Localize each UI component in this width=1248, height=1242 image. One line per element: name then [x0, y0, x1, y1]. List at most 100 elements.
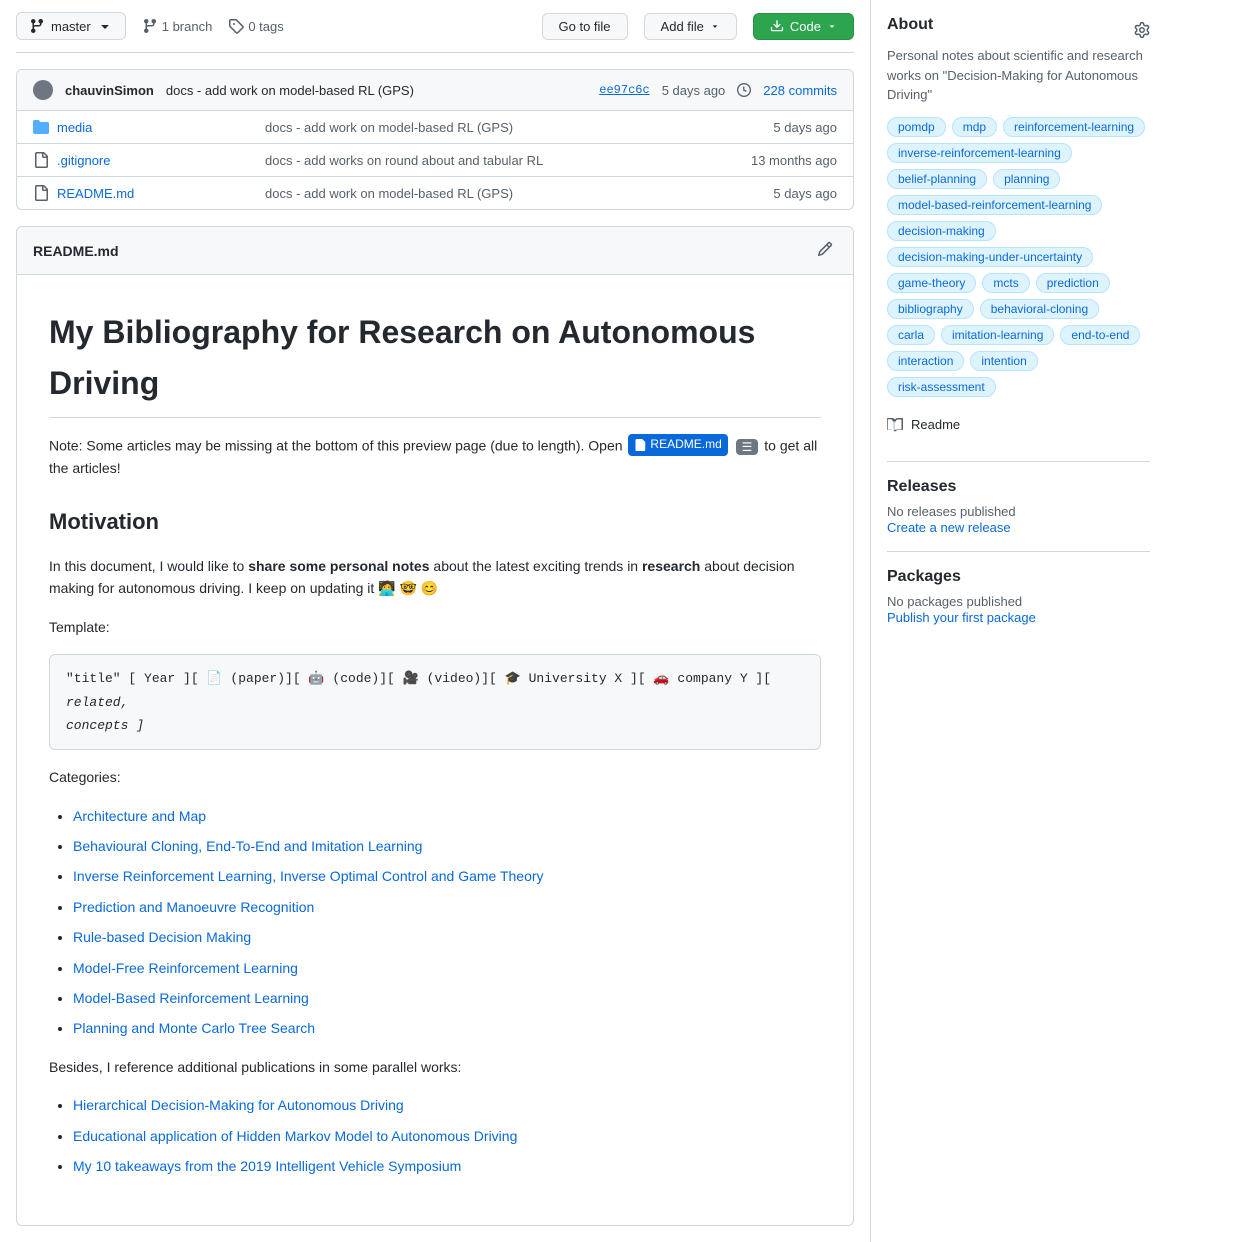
tag-decision-making-uncertainty[interactable]: decision-making-under-uncertainty	[887, 247, 1093, 267]
table-row: media docs - add work on model-based RL …	[17, 111, 853, 144]
branch-icon	[29, 18, 45, 34]
tag-inverse-reinforcement-learning[interactable]: inverse-reinforcement-learning	[887, 143, 1072, 163]
settings-icon[interactable]	[1134, 22, 1150, 41]
releases-title: Releases	[887, 478, 1150, 496]
create-release-link[interactable]: Create a new release	[887, 520, 1011, 535]
commit-meta: ee97c6c 5 days ago 228 commits	[599, 83, 837, 98]
list-item: My 10 takeaways from the 2019 Intelligen…	[73, 1155, 821, 1177]
tag-imitation-learning[interactable]: imitation-learning	[941, 325, 1054, 345]
readme-box: README.md My Bibliography for Research o…	[16, 226, 854, 1226]
readme-link-box[interactable]: README.md	[628, 434, 727, 455]
packages-title: Packages	[887, 568, 1150, 586]
branch-count-link[interactable]: 1 branch	[142, 18, 213, 34]
tag-intention[interactable]: intention	[970, 351, 1037, 371]
repo-bar: master 1 branch 0 tags Go to file	[16, 0, 854, 53]
add-file-button[interactable]: Add file	[644, 13, 737, 40]
commit-hash[interactable]: ee97c6c	[599, 83, 649, 97]
tag-reinforcement-learning[interactable]: reinforcement-learning	[1003, 117, 1145, 137]
publish-package-link[interactable]: Publish your first package	[887, 610, 1036, 625]
list-item: Architecture and Map	[73, 805, 821, 827]
clock-icon	[737, 83, 751, 97]
category-link[interactable]: Architecture and Map	[73, 808, 206, 824]
divider-1	[887, 461, 1150, 462]
tag-mcts[interactable]: mcts	[982, 273, 1029, 293]
file-table: chauvinSimon docs - add work on model-ba…	[16, 69, 854, 210]
readme-label: Readme	[911, 417, 960, 432]
tag-behavioral-cloning[interactable]: behavioral-cloning	[980, 299, 1099, 319]
table-row: .gitignore docs - add works on round abo…	[17, 144, 853, 177]
file-name-readme[interactable]: README.md	[57, 186, 257, 201]
category-link[interactable]: Model-Based Reinforcement Learning	[73, 990, 309, 1006]
category-link[interactable]: Behavioural Cloning, End-To-End and Imit…	[73, 838, 422, 854]
tag-count: 0 tags	[248, 19, 283, 34]
file-name-media[interactable]: media	[57, 120, 257, 135]
list-item: Model-Free Reinforcement Learning	[73, 957, 821, 979]
list-item: Model-Based Reinforcement Learning	[73, 987, 821, 1009]
readme-title: My Bibliography for Research on Autonomo…	[49, 307, 821, 418]
file-commit-gitignore: docs - add works on round about and tabu…	[265, 153, 743, 168]
commit-time: 5 days ago	[662, 83, 726, 98]
about-description: Personal notes about scientific and rese…	[887, 46, 1150, 105]
branch-selector[interactable]: master	[16, 12, 126, 40]
tag-decision-making[interactable]: decision-making	[887, 221, 996, 241]
edit-readme-button[interactable]	[813, 237, 837, 264]
parallel-work-link[interactable]: Hierarchical Decision-Making for Autonom…	[73, 1097, 404, 1113]
readme-content: My Bibliography for Research on Autonomo…	[17, 275, 853, 1225]
readme-filename: README.md	[33, 243, 119, 259]
list-item: Rule-based Decision Making	[73, 926, 821, 948]
file-commit-media: docs - add work on model-based RL (GPS)	[265, 120, 765, 135]
commits-count-link[interactable]: 228 commits	[763, 83, 837, 98]
book-icon	[887, 417, 903, 433]
commit-message: docs - add work on model-based RL (GPS)	[166, 83, 414, 98]
tag-pomdp[interactable]: pomdp	[887, 117, 946, 137]
file-commit-readme: docs - add work on model-based RL (GPS)	[265, 186, 765, 201]
template-code-block: "title" [ Year ][ 📄 (paper)][ 🤖 (code)][…	[49, 654, 821, 750]
parallel-work-link[interactable]: My 10 takeaways from the 2019 Intelligen…	[73, 1158, 461, 1174]
tag-interaction[interactable]: interaction	[887, 351, 964, 371]
tag-count-link[interactable]: 0 tags	[228, 18, 283, 34]
download-icon	[770, 19, 784, 33]
category-link[interactable]: Prediction and Manoeuvre Recognition	[73, 899, 314, 915]
template-label: Template:	[49, 616, 821, 638]
no-releases-text: No releases published	[887, 504, 1150, 519]
list-item: Behavioural Cloning, End-To-End and Imit…	[73, 835, 821, 857]
list-item: Hierarchical Decision-Making for Autonom…	[73, 1094, 821, 1116]
file-time-media: 5 days ago	[773, 120, 837, 135]
git-branch-icon	[142, 18, 158, 34]
category-link[interactable]: Inverse Reinforcement Learning, Inverse …	[73, 868, 544, 884]
tag-model-based-rl[interactable]: model-based-reinforcement-learning	[887, 195, 1102, 215]
readme-sidebar-link[interactable]: Readme	[887, 413, 1150, 437]
tag-bibliography[interactable]: bibliography	[887, 299, 974, 319]
about-title: About	[887, 16, 933, 34]
code-button[interactable]: Code	[753, 13, 854, 40]
category-link[interactable]: Rule-based Decision Making	[73, 929, 251, 945]
table-row: README.md docs - add work on model-based…	[17, 177, 853, 209]
tag-risk-assessment[interactable]: risk-assessment	[887, 377, 996, 397]
tag-carla[interactable]: carla	[887, 325, 935, 345]
tag-mdp[interactable]: mdp	[952, 117, 997, 137]
category-link[interactable]: Model-Free Reinforcement Learning	[73, 960, 298, 976]
tag-game-theory[interactable]: game-theory	[887, 273, 976, 293]
category-link[interactable]: Planning and Monte Carlo Tree Search	[73, 1020, 315, 1036]
readme-icon-box: ☰	[736, 439, 759, 455]
tag-end-to-end[interactable]: end-to-end	[1060, 325, 1140, 345]
about-section: About Personal notes about scientific an…	[887, 16, 1150, 437]
tag-prediction[interactable]: prediction	[1036, 273, 1110, 293]
file-time-gitignore: 13 months ago	[751, 153, 837, 168]
file-icon-gitignore	[33, 152, 49, 168]
list-item: Educational application of Hidden Markov…	[73, 1125, 821, 1147]
categories-label: Categories:	[49, 766, 821, 788]
tag-belief-planning[interactable]: belief-planning	[887, 169, 987, 189]
list-item: Planning and Monte Carlo Tree Search	[73, 1017, 821, 1039]
tag-planning[interactable]: planning	[993, 169, 1060, 189]
parallel-work-link[interactable]: Educational application of Hidden Markov…	[73, 1128, 517, 1144]
commit-author[interactable]: chauvinSimon	[65, 83, 154, 98]
besides-text: Besides, I reference additional publicat…	[49, 1056, 821, 1078]
no-packages-text: No packages published	[887, 594, 1150, 609]
go-to-file-button[interactable]: Go to file	[542, 13, 628, 40]
chevron-down-icon-2	[827, 21, 837, 31]
sidebar: About Personal notes about scientific an…	[870, 0, 1166, 1242]
file-icon-inline	[634, 439, 646, 451]
tags-container: pomdp mdp reinforcement-learning inverse…	[887, 117, 1150, 397]
file-name-gitignore[interactable]: .gitignore	[57, 153, 257, 168]
